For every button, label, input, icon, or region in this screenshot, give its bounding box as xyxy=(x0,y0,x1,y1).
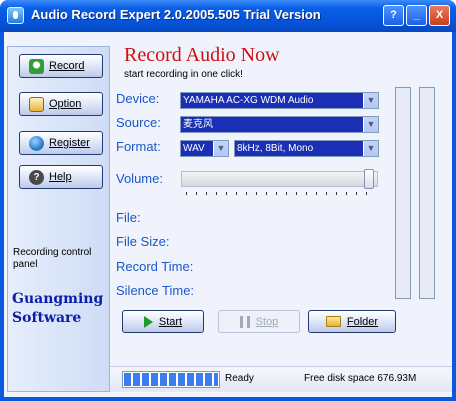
register-button[interactable]: Register xyxy=(19,131,103,155)
app-window: Audio Record Expert 2.0.2005.505 Trial V… xyxy=(0,0,456,401)
page-heading: Record Audio Now xyxy=(124,44,280,66)
page-subheading: start recording in one click! xyxy=(124,69,243,80)
level-meter-left xyxy=(395,87,411,299)
microphone-icon xyxy=(29,58,44,74)
format-label: Format: xyxy=(116,139,161,154)
minimize-button[interactable]: _ xyxy=(406,5,427,26)
window-title: Audio Record Expert 2.0.2005.505 Trial V… xyxy=(31,7,321,22)
volume-ticks xyxy=(186,192,376,195)
pause-icon xyxy=(239,315,250,328)
close-button[interactable]: X xyxy=(429,5,450,26)
help-panel-button[interactable]: ? Help xyxy=(19,165,103,189)
record-button[interactable]: Record xyxy=(19,54,103,78)
settings-icon xyxy=(29,96,44,112)
status-state: Ready xyxy=(225,373,254,384)
format-detail-select[interactable]: 8kHz, 8Bit, Mono ▼ xyxy=(234,140,379,157)
brand-line-2: Software xyxy=(12,310,82,326)
file-size-label: File Size: xyxy=(116,234,170,249)
globe-icon xyxy=(29,135,44,151)
option-button[interactable]: Option xyxy=(19,92,103,116)
chevron-down-icon[interactable]: ▼ xyxy=(363,117,378,132)
record-button-label: Record xyxy=(49,60,85,72)
brand-name: Guangming Software xyxy=(12,290,103,328)
progress-bar xyxy=(122,371,220,388)
folder-button-label: Folder xyxy=(346,315,379,328)
stop-button[interactable]: Stop xyxy=(218,310,300,333)
volume-slider-thumb[interactable] xyxy=(364,169,375,189)
file-label: File: xyxy=(116,210,141,225)
volume-slider-track[interactable] xyxy=(181,171,378,187)
client-area: Record Option Register ? Help Recording … xyxy=(4,32,452,397)
stop-button-label: Stop xyxy=(255,315,279,328)
source-value: 麦克风 xyxy=(183,119,213,130)
volume-label: Volume: xyxy=(116,171,163,186)
help-icon: ? xyxy=(29,169,44,185)
chevron-down-icon[interactable]: ▼ xyxy=(213,141,228,156)
title-bar[interactable]: Audio Record Expert 2.0.2005.505 Trial V… xyxy=(0,0,456,32)
panel-description: Recording control panel xyxy=(13,247,92,270)
help-button-label: Help xyxy=(49,171,72,183)
device-value: YAMAHA AC-XG WDM Audio xyxy=(183,95,314,106)
start-button[interactable]: Start xyxy=(122,310,204,333)
option-button-label: Option xyxy=(49,98,82,110)
format-value: WAV xyxy=(183,143,205,154)
start-button-label: Start xyxy=(158,315,183,328)
device-label: Device: xyxy=(116,91,160,106)
chevron-down-icon[interactable]: ▼ xyxy=(363,93,378,108)
play-icon xyxy=(143,315,153,328)
app-icon xyxy=(7,7,24,24)
help-button[interactable]: ? xyxy=(383,5,404,26)
disk-space: Free disk space 676.93M xyxy=(304,373,417,384)
source-select[interactable]: 麦克风 ▼ xyxy=(180,116,379,133)
source-label: Source: xyxy=(116,115,161,130)
brand-line-1: Guangming xyxy=(12,291,104,307)
folder-icon xyxy=(325,316,341,327)
chevron-down-icon[interactable]: ▼ xyxy=(363,141,378,156)
level-meter-right xyxy=(419,87,435,299)
status-bar: Ready Free disk space 676.93M xyxy=(110,366,452,392)
format-detail-value: 8kHz, 8Bit, Mono xyxy=(237,143,314,154)
device-select[interactable]: YAMAHA AC-XG WDM Audio ▼ xyxy=(180,92,379,109)
record-time-label: Record Time: xyxy=(116,259,194,274)
left-panel: Record Option Register ? Help Recording … xyxy=(7,46,110,392)
folder-button[interactable]: Folder xyxy=(308,310,396,333)
silence-time-label: Silence Time: xyxy=(116,283,195,298)
progress-fill xyxy=(124,373,218,386)
register-button-label: Register xyxy=(49,137,90,149)
format-select[interactable]: WAV ▼ xyxy=(180,140,229,157)
